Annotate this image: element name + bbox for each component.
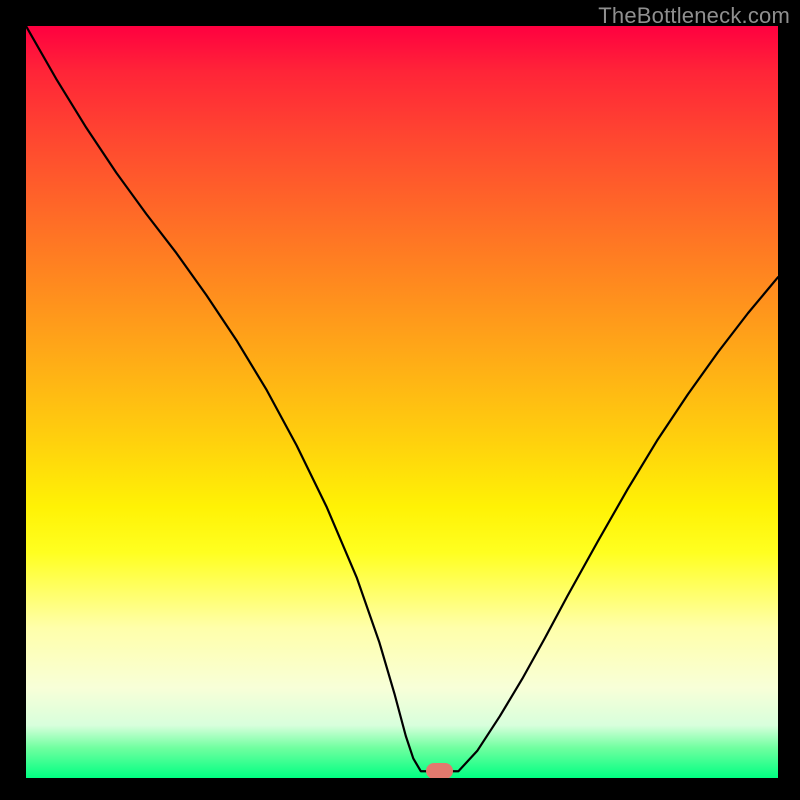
watermark-text: TheBottleneck.com [598, 3, 790, 29]
bottleneck-curve [26, 26, 778, 778]
chart-frame: TheBottleneck.com [0, 0, 800, 800]
optimal-marker [426, 763, 453, 778]
curve-path [26, 26, 778, 771]
plot-area [26, 26, 778, 778]
